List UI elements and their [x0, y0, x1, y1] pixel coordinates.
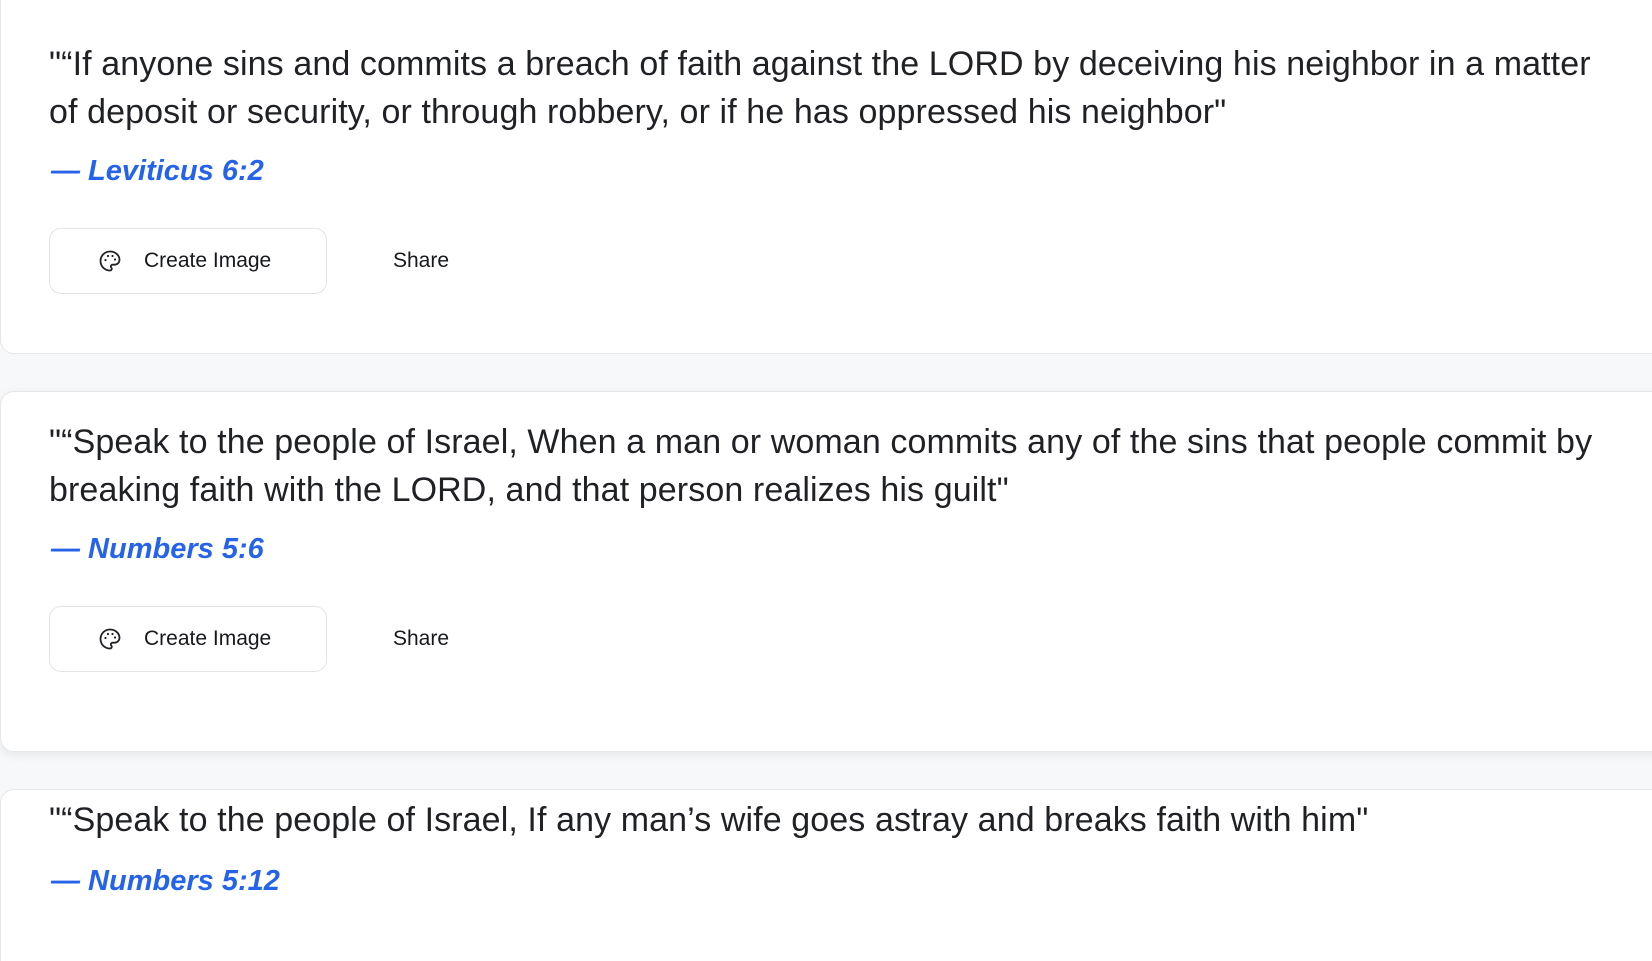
verse-quote: "“Speak to the people of Israel, When a … [49, 423, 1593, 509]
verse-actions: Create Image Share [49, 606, 449, 672]
verse-quote: "“If anyone sins and commits a breach of… [49, 45, 1591, 131]
create-image-button[interactable]: Create Image [49, 228, 327, 294]
verse-card: "“If anyone sins and commits a breach of… [0, 0, 1652, 354]
verse-feed: "“If anyone sins and commits a breach of… [0, 0, 1652, 961]
verse-actions: Create Image Share [49, 228, 449, 294]
share-button[interactable]: Share [393, 249, 449, 273]
verse-card: "“Speak to the people of Israel, If any … [0, 789, 1652, 961]
verse-reference[interactable]: — Numbers 5:12 [51, 865, 280, 898]
palette-icon [98, 627, 122, 651]
create-image-label: Create Image [144, 249, 272, 272]
verse-quote: "“Speak to the people of Israel, If any … [49, 801, 1369, 839]
create-image-label: Create Image [144, 627, 272, 650]
verse-card: "“Speak to the people of Israel, When a … [0, 391, 1652, 752]
create-image-button[interactable]: Create Image [49, 606, 327, 672]
verse-reference[interactable]: — Leviticus 6:2 [51, 155, 264, 188]
share-button[interactable]: Share [393, 627, 449, 651]
palette-icon [98, 249, 122, 273]
verse-reference[interactable]: — Numbers 5:6 [51, 533, 264, 566]
